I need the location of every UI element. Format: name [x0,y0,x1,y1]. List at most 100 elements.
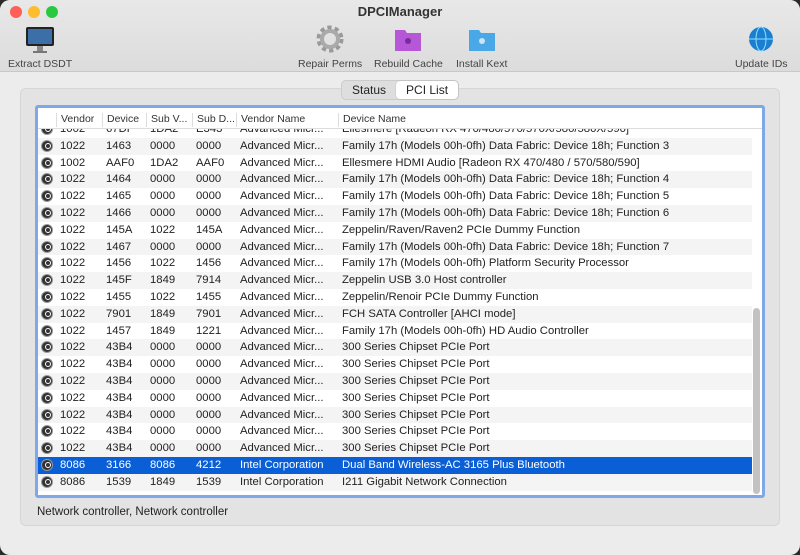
magnifier-icon[interactable] [41,291,53,303]
table-header: Vendor Device Sub V... Sub D... Vendor Name D… [38,108,762,129]
table-row[interactable]: 1022 1464 0000 0000 Advanced Micr... Family 1… [38,171,752,189]
magnifier-icon[interactable] [41,156,53,169]
scrollbar[interactable] [753,308,760,494]
magnifier-icon[interactable] [41,307,53,320]
table-cell: Family 17h (Models 00h-0fh) Data Fabric:… [342,139,670,152]
magnifier-icon[interactable] [41,324,53,337]
table-cell: 300 Series Chipset PCIe Port [342,358,490,371]
magnifier-icon[interactable] [41,190,53,203]
column-header[interactable]: Sub V... [146,113,187,127]
magnifier-icon[interactable] [41,139,53,152]
magnifier-icon[interactable] [41,223,53,236]
column-header[interactable]: Sub D... [192,113,235,127]
magnifier-icon[interactable] [41,274,53,287]
table-cell: 0000 [196,391,222,404]
magnifier-icon[interactable] [41,459,53,471]
status-text: Network controller, Network controller [37,506,229,518]
table-row[interactable]: 8086 3166 8086 4212 Intel Corporation Dual Ba… [38,457,752,474]
table-cell: 1022 [60,173,86,186]
magnifier-icon[interactable] [41,341,53,354]
blue-folder-icon [467,24,497,54]
table-cell: 0000 [150,240,176,253]
table-cell: 0000 [196,341,222,354]
toolbar-button-label: Repair Perms [298,58,363,70]
table-cell: 43B4 [106,442,133,455]
table-row[interactable]: 1022 43B4 0000 0000 Advanced Micr... 300 Seri… [38,339,752,357]
table-cell: 43B4 [106,425,133,438]
table-cell: 0000 [150,341,176,354]
toolbar-button-label: Extract DSDT [8,58,73,70]
column-header[interactable]: Vendor Name [236,113,305,127]
table-cell: Intel Corporation [240,459,324,471]
table-row[interactable]: 8086 1539 1849 1539 Intel Corporation I211 Gi… [38,473,752,491]
table-cell: 0000 [150,391,176,404]
column-header[interactable]: Device Name [338,113,406,127]
magnifier-icon[interactable] [41,425,53,438]
table-cell: 1DA2 [150,156,179,169]
table-cell: 145A [196,223,223,236]
table-cell: FCH SATA Controller [AHCI mode] [342,307,516,320]
table-row[interactable]: 1022 1467 0000 0000 Advanced Micr... Family 1… [38,238,752,256]
table-row[interactable]: 1022 1463 0000 0000 Advanced Micr... Family 1… [38,137,752,155]
table-cell: 0000 [196,173,222,186]
table-cell: 0000 [196,425,222,438]
table-cell: 0000 [150,358,176,371]
table-cell: 0000 [196,358,222,371]
purple-folder-icon [393,24,423,54]
table-cell: 1849 [150,307,176,320]
table-row[interactable]: 1002 AAF0 1DA2 AAF0 Advanced Micr... Ellesmer… [38,155,752,172]
magnifier-icon[interactable] [41,475,53,488]
table-row[interactable]: 1022 43B4 0000 0000 Advanced Micr... 300 Seri… [38,373,752,390]
magnifier-icon[interactable] [41,391,53,404]
app-window: DPCIManager Extract DSDT Repair Perms Rebu… [0,0,800,555]
toolbar-button-repair-perms[interactable]: Repair Perms [298,24,362,70]
table-row[interactable]: 1022 145F 1849 7914 Advanced Micr... Zeppelin… [38,272,752,289]
table-row[interactable]: 1022 43B4 0000 0000 Advanced Micr... 300 Seri… [38,356,752,373]
magnifier-icon[interactable] [41,358,53,371]
table-cell: 300 Series Chipset PCIe Port [342,425,490,438]
table-cell: Advanced Micr... [240,274,324,287]
table-row[interactable]: 1022 7901 1849 7901 Advanced Micr... FCH SATA… [38,305,752,323]
table-cell: 1DA2 [150,129,179,135]
magnifier-icon[interactable] [41,442,53,455]
table-cell: 300 Series Chipset PCIe Port [342,442,490,455]
toolbar-button-install-kext[interactable]: Install Kext [456,24,507,70]
magnifier-icon[interactable] [41,375,53,387]
table-row[interactable]: 1022 1466 0000 0000 Advanced Micr... Family 1… [38,205,752,222]
table-row[interactable]: 1022 1457 1849 1221 Advanced Micr... Family 1… [38,323,752,340]
column-header[interactable]: Device [102,113,139,127]
column-header[interactable]: Vendor [56,113,94,127]
tab-pci-list[interactable]: PCI List [396,81,459,99]
table-cell: 1022 [60,341,86,354]
table-cell: Ellesmere [Radeon RX 470/480/570/570X/58… [342,129,630,135]
table-row[interactable]: 1022 1455 1022 1455 Advanced Micr... Zeppelin… [38,289,752,306]
window-title: DPCIManager [357,4,443,19]
magnifier-icon[interactable] [41,257,53,270]
toolbar-button-rebuild-cache[interactable]: Rebuild Cache [374,24,443,70]
magnifier-icon[interactable] [41,408,53,421]
table-row[interactable]: 1022 43B4 0000 0000 Advanced Micr... 300 Seri… [38,406,752,424]
table-row[interactable]: 1022 1456 1022 1456 Advanced Micr... Family 1… [38,255,752,272]
table-cell: Ellesmere HDMI Audio [Radeon RX 470/480 … [342,156,640,169]
table-cell: Advanced Micr... [240,129,324,135]
table-cell: 1849 [150,324,176,337]
table-cell: 43B4 [106,408,133,421]
magnifier-icon[interactable] [41,173,53,186]
table-cell: Zeppelin/Renoir PCIe Dummy Function [342,291,539,303]
table-row[interactable]: 1022 43B4 0000 0000 Advanced Micr... 300 Seri… [38,390,752,407]
table-cell: 0000 [196,139,222,152]
table-cell: 1022 [60,442,86,455]
table-row[interactable]: 1022 43B4 0000 0000 Advanced Micr... 300 Seri… [38,423,752,440]
magnifier-icon[interactable] [41,207,53,219]
table-row[interactable]: 1022 1465 0000 0000 Advanced Micr... Family 1… [38,188,752,205]
toolbar-button-update-ids[interactable]: Update IDs [735,24,788,70]
magnifier-icon[interactable] [41,240,53,253]
table-row[interactable]: 1022 145A 1022 145A Advanced Micr... Zeppelin… [38,222,752,239]
toolbar-button-extract-dsdt[interactable]: Extract DSDT [8,24,72,70]
table-cell: 1022 [60,240,86,253]
table-row[interactable]: 1022 43B4 0000 0000 Advanced Micr... 300 Seri… [38,440,752,457]
table-cell: 8086 [150,459,176,471]
tab-status[interactable]: Status [342,81,396,99]
table-row[interactable]: 1002 67DF 1DA2 E343 Advanced Micr... Ellesmer… [38,129,752,138]
magnifier-icon[interactable] [41,129,53,135]
